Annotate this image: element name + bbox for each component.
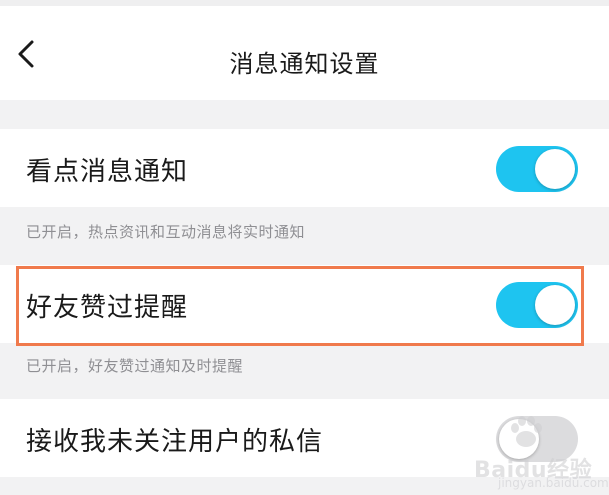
setting-label: 好友赞过提醒: [26, 293, 189, 323]
nav-header: 消息通知设置: [0, 6, 609, 100]
toggle-knob: [535, 285, 575, 325]
setting-row-kandian-notify: 看点消息通知: [0, 129, 609, 207]
paw-icon: [511, 416, 542, 447]
setting-row-friend-like-remind: 好友赞过提醒: [0, 265, 609, 343]
setting-label: 看点消息通知: [26, 157, 189, 187]
friend-like-remind-toggle[interactable]: [496, 282, 578, 328]
toggle-knob: [535, 149, 575, 189]
setting-label: 接收我未关注用户的私信: [26, 427, 324, 457]
setting-note: 已开启，热点资讯和互动消息将实时通知: [26, 223, 306, 241]
baidu-jingyan-watermark: Baidu经验 jingyan.baidu.com: [470, 412, 609, 494]
page-title: 消息通知设置: [229, 50, 380, 78]
watermark-url: jingyan.baidu.com: [498, 476, 609, 490]
kandian-notify-toggle[interactable]: [496, 146, 578, 192]
setting-note: 已开启，好友赞过通知及时提醒: [26, 357, 244, 375]
